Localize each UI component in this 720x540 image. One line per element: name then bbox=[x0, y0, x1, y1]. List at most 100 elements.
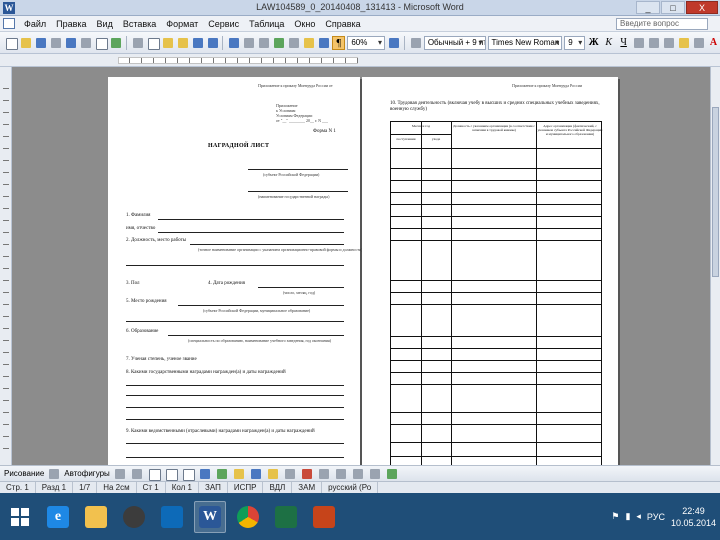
menu-format[interactable]: Формат bbox=[161, 19, 203, 29]
taskbar-explorer[interactable] bbox=[80, 501, 112, 533]
menu-table[interactable]: Таблица bbox=[244, 19, 289, 29]
paste-icon[interactable] bbox=[161, 36, 174, 50]
new-document-icon[interactable] bbox=[4, 36, 18, 50]
tray-volume-icon[interactable]: ◂ bbox=[636, 511, 641, 522]
menu-bar: Файл Правка Вид Вставка Формат Сервис Та… bbox=[0, 16, 720, 32]
tray-language[interactable]: РУС bbox=[647, 512, 665, 522]
bold-button[interactable]: Ж bbox=[587, 36, 600, 50]
save-icon[interactable] bbox=[34, 36, 47, 50]
line-tool-icon[interactable] bbox=[113, 467, 127, 481]
page-2[interactable]: Приложение к приказу Минтруда России 10.… bbox=[362, 77, 618, 465]
file-explorer-icon bbox=[85, 505, 107, 528]
menu-insert[interactable]: Вставка bbox=[118, 19, 161, 29]
document-area[interactable]: Приложение к приказу Минтруда России от … bbox=[12, 67, 710, 465]
font-select[interactable]: Times New Roman bbox=[487, 35, 563, 50]
italic-button[interactable]: К bbox=[602, 36, 615, 50]
justify-icon[interactable] bbox=[677, 36, 690, 50]
font-size-select[interactable]: 9 bbox=[564, 35, 586, 50]
menu-window[interactable]: Окно bbox=[289, 19, 320, 29]
email-icon[interactable] bbox=[64, 36, 77, 50]
status-ovr[interactable]: ЗАМ bbox=[292, 482, 323, 493]
oval-tool-icon[interactable] bbox=[164, 467, 178, 481]
hyperlink-icon[interactable] bbox=[227, 36, 240, 50]
arrow-style-icon[interactable] bbox=[351, 467, 365, 481]
cut-icon[interactable] bbox=[131, 36, 144, 50]
columns-icon[interactable] bbox=[287, 36, 300, 50]
format-painter-icon[interactable] bbox=[176, 36, 189, 50]
show-hide-pilcrow-button[interactable]: ¶ bbox=[332, 35, 346, 50]
permission-icon[interactable] bbox=[49, 36, 62, 50]
fill-color-icon[interactable] bbox=[266, 467, 280, 481]
status-rec[interactable]: ЗАП bbox=[199, 482, 228, 493]
open-folder-icon[interactable] bbox=[19, 36, 32, 50]
print-preview-icon[interactable] bbox=[94, 36, 108, 50]
horizontal-ruler[interactable] bbox=[0, 54, 720, 67]
autoshapes-menu[interactable]: Автофигуры bbox=[64, 469, 110, 478]
vertical-scrollbar[interactable] bbox=[710, 67, 720, 465]
clipart-icon[interactable] bbox=[232, 467, 246, 481]
line-spacing-icon[interactable] bbox=[692, 36, 705, 50]
tray-flag-icon[interactable]: ⚑ bbox=[611, 511, 619, 522]
rectangle-tool-icon[interactable] bbox=[147, 467, 161, 481]
style-select[interactable]: Обычный + 9 пт, Г bbox=[423, 35, 486, 50]
undo-icon[interactable] bbox=[191, 36, 204, 50]
menu-file[interactable]: Файл bbox=[19, 19, 51, 29]
taskbar-media[interactable] bbox=[118, 501, 150, 533]
align-center-icon[interactable] bbox=[647, 36, 660, 50]
textbox-icon[interactable] bbox=[181, 467, 195, 481]
arrow-tool-icon[interactable] bbox=[130, 467, 144, 481]
copy-icon[interactable] bbox=[146, 36, 160, 50]
document-map-icon[interactable] bbox=[317, 36, 330, 50]
insert-excel-icon[interactable] bbox=[272, 36, 285, 50]
taskbar-powerpoint[interactable] bbox=[308, 501, 340, 533]
system-tray: ⚑ ▮ ◂ РУС 22:49 10.05.2014 bbox=[611, 493, 716, 540]
redo-icon[interactable] bbox=[206, 36, 219, 50]
help-search-input[interactable]: Введите вопрос bbox=[616, 18, 708, 30]
line-style-icon[interactable] bbox=[317, 467, 331, 481]
clock[interactable]: 22:49 10.05.2014 bbox=[671, 505, 716, 529]
tray-network-icon[interactable]: ▮ bbox=[625, 511, 630, 522]
menu-tools[interactable]: Сервис bbox=[203, 19, 244, 29]
wordart-icon[interactable] bbox=[198, 467, 212, 481]
taskbar-excel[interactable] bbox=[270, 501, 302, 533]
print-icon[interactable] bbox=[79, 36, 92, 50]
vertical-ruler[interactable] bbox=[0, 67, 12, 465]
tables-borders-icon[interactable] bbox=[242, 36, 255, 50]
menu-edit[interactable]: Правка bbox=[51, 19, 91, 29]
taskbar-chrome[interactable] bbox=[232, 501, 264, 533]
3d-style-icon[interactable] bbox=[385, 467, 399, 481]
status-language[interactable]: русский (Ро bbox=[322, 482, 379, 493]
underline-button[interactable]: Ч bbox=[617, 36, 630, 50]
align-right-icon[interactable] bbox=[662, 36, 675, 50]
select-objects-icon[interactable] bbox=[47, 467, 61, 481]
minimize-button[interactable]: _ bbox=[636, 1, 660, 14]
taskbar-word[interactable]: W bbox=[194, 500, 226, 533]
close-button[interactable]: X bbox=[686, 1, 718, 14]
scrollbar-thumb[interactable] bbox=[712, 107, 719, 277]
status-ext[interactable]: ВДЛ bbox=[263, 482, 293, 493]
insert-table-icon[interactable] bbox=[257, 36, 270, 50]
drawing-icon[interactable] bbox=[302, 36, 315, 50]
menu-view[interactable]: Вид bbox=[92, 19, 118, 29]
diagram-icon[interactable] bbox=[215, 467, 229, 481]
menu-help[interactable]: Справка bbox=[320, 19, 365, 29]
status-trk[interactable]: ИСПР bbox=[228, 482, 264, 493]
styles-pane-icon[interactable] bbox=[409, 36, 422, 50]
start-button[interactable] bbox=[4, 501, 36, 533]
align-left-icon[interactable] bbox=[632, 36, 645, 50]
help-icon[interactable] bbox=[387, 36, 400, 50]
spelling-icon[interactable] bbox=[109, 36, 122, 50]
page-1[interactable]: Приложение к приказу Минтруда России от … bbox=[108, 77, 363, 465]
draw-menu[interactable]: Рисование bbox=[4, 469, 44, 478]
draw-font-color-icon[interactable] bbox=[300, 467, 314, 481]
zoom-select[interactable]: 60% bbox=[347, 35, 385, 50]
dash-style-icon[interactable] bbox=[334, 467, 348, 481]
line-color-icon[interactable] bbox=[283, 467, 297, 481]
insert-picture-icon[interactable] bbox=[249, 467, 263, 481]
taskbar-ie[interactable]: e bbox=[42, 501, 74, 533]
shadow-style-icon[interactable] bbox=[368, 467, 382, 481]
document-icon[interactable] bbox=[3, 18, 15, 29]
maximize-button[interactable]: □ bbox=[661, 1, 685, 14]
taskbar-outlook[interactable] bbox=[156, 501, 188, 533]
font-color-button[interactable]: A bbox=[707, 36, 720, 50]
